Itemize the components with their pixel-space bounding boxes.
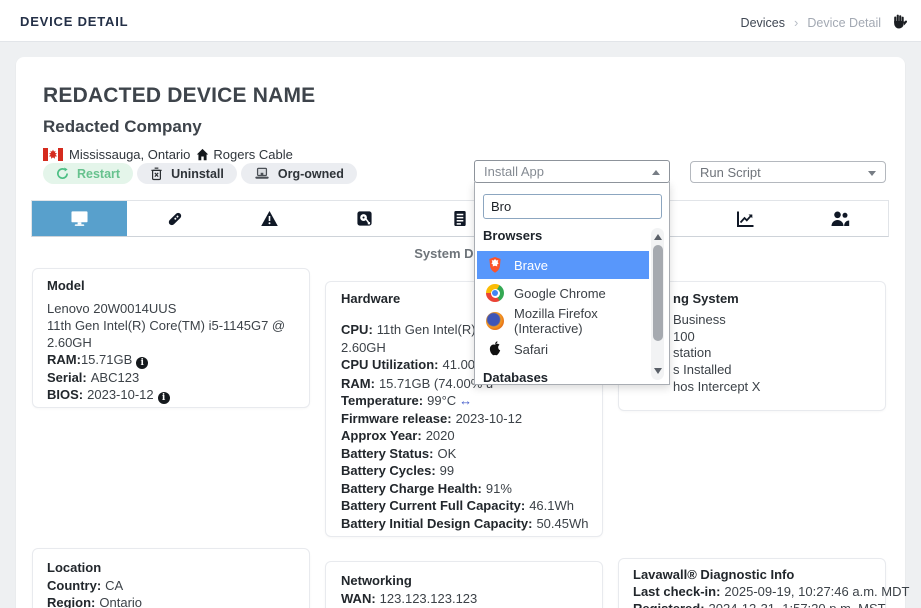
last-checkin-line: Last check-in:2025-09-19, 10:27:46 a.m. … bbox=[633, 583, 871, 600]
info-icon[interactable]: i bbox=[158, 392, 170, 404]
scrollbar-thumb[interactable] bbox=[653, 245, 663, 341]
left-right-arrow-icon: ↔ bbox=[459, 393, 472, 408]
tab-applications[interactable] bbox=[127, 201, 222, 236]
brave-icon bbox=[486, 256, 504, 274]
hand-icon[interactable] bbox=[892, 13, 907, 32]
ram-line: RAM:15.71GBi bbox=[47, 351, 295, 369]
hw-row-temp: Temperature:99°C↔ bbox=[341, 392, 587, 410]
cpu-line: 11th Gen Intel(R) Core(TM) i5-1145G7 @ 2… bbox=[47, 317, 295, 351]
canada-flag-icon bbox=[43, 148, 63, 161]
logs-document-icon bbox=[453, 210, 467, 227]
model-card-title: Model bbox=[47, 278, 295, 293]
info-icon[interactable]: i bbox=[136, 357, 148, 369]
storage-drive-icon bbox=[356, 210, 373, 227]
networking-card-title: Networking bbox=[341, 572, 587, 590]
location-card-title: Location bbox=[47, 559, 295, 577]
company-name: Redacted Company bbox=[43, 117, 202, 137]
country-line: Country:CA bbox=[47, 577, 295, 595]
restart-button[interactable]: Restart bbox=[43, 163, 133, 184]
dropdown-item-brave[interactable]: Brave bbox=[477, 251, 649, 279]
laptop-icon bbox=[254, 167, 270, 180]
region-line: Region:Ontario bbox=[47, 594, 295, 608]
chevron-down-icon bbox=[868, 171, 876, 176]
breadcrumb: Devices › Device Detail bbox=[741, 13, 907, 32]
users-icon bbox=[830, 210, 850, 227]
tab-display[interactable] bbox=[32, 201, 127, 236]
lavawall-card-title: Lavawall® Diagnostic Info bbox=[633, 566, 871, 583]
org-owned-badge[interactable]: Org-owned bbox=[241, 163, 357, 184]
group-databases: Databases bbox=[483, 370, 548, 385]
install-app-placeholder: Install App bbox=[484, 164, 544, 179]
action-buttons: Restart Uninstall Org-owned bbox=[43, 163, 357, 184]
dropdown-scrollbar[interactable] bbox=[651, 228, 664, 380]
bios-line: BIOS:2023-10-12i bbox=[47, 386, 295, 404]
dropdown-item-mozilla-firefox[interactable]: Mozilla Firefox (Interactive) bbox=[477, 307, 649, 335]
hw-row-year: Approx Year:2020 bbox=[341, 427, 587, 445]
device-detail-screen: DEVICE DETAIL Devices › Device Detail RE… bbox=[0, 0, 921, 608]
install-app-dropdown: Browsers Brave Google Chrome Mozilla Fir… bbox=[474, 182, 670, 385]
hw-row-batt-health: Battery Charge Health:91% bbox=[341, 480, 587, 498]
chevron-right-icon: › bbox=[794, 15, 798, 30]
serial-line: Serial:ABC123 bbox=[47, 369, 295, 386]
chevron-up-icon bbox=[652, 170, 660, 175]
wan-line: WAN:123.123.123.123 bbox=[341, 590, 587, 608]
registered-line: Registered:2024-12-31, 1:57:20 p.m. MST bbox=[633, 600, 871, 608]
location-card: Location Country:CA Region:Ontario bbox=[32, 548, 310, 608]
apps-pill-icon bbox=[166, 210, 184, 228]
firefox-icon bbox=[486, 312, 504, 330]
apple-icon bbox=[486, 340, 504, 358]
hw-row-firmware: Firmware release:2023-10-12 bbox=[341, 410, 587, 428]
dropdown-item-safari[interactable]: Safari bbox=[477, 335, 649, 363]
run-script-select[interactable]: Run Script bbox=[690, 161, 886, 183]
tab-bar bbox=[31, 200, 889, 237]
metrics-chart-icon bbox=[736, 210, 755, 228]
location-row: Mississauga, Ontario Rogers Cable bbox=[43, 146, 293, 162]
app-search-input[interactable] bbox=[483, 194, 662, 219]
chrome-icon bbox=[486, 284, 504, 302]
page-title: DEVICE DETAIL bbox=[20, 14, 128, 29]
section-title: System Details bbox=[16, 246, 905, 261]
city-region-text: Mississauga, Ontario bbox=[69, 147, 190, 162]
device-name: REDACTED DEVICE NAME bbox=[43, 84, 315, 108]
display-icon bbox=[70, 210, 89, 227]
run-script-placeholder: Run Script bbox=[700, 165, 761, 180]
top-bar: DEVICE DETAIL Devices › Device Detail bbox=[0, 0, 921, 42]
tab-alerts[interactable] bbox=[222, 201, 317, 236]
network-name-text: Rogers Cable bbox=[213, 147, 293, 162]
hw-row-batt-status: Battery Status:OK bbox=[341, 445, 587, 463]
networking-card: Networking WAN:123.123.123.123 bbox=[325, 561, 603, 608]
install-app-select[interactable]: Install App bbox=[474, 160, 670, 183]
home-icon bbox=[196, 148, 209, 161]
trash-icon bbox=[150, 167, 163, 181]
scroll-down-icon[interactable] bbox=[654, 368, 662, 374]
model-line: Lenovo 20W0014UUS bbox=[47, 300, 295, 317]
hw-row-batt-design: Battery Initial Design Capacity:50.45Wh bbox=[341, 515, 587, 533]
dropdown-item-google-chrome[interactable]: Google Chrome bbox=[477, 279, 649, 307]
model-card: Model Lenovo 20W0014UUS 11th Gen Intel(R… bbox=[32, 268, 310, 408]
scroll-up-icon[interactable] bbox=[654, 234, 662, 240]
breadcrumb-devices-link[interactable]: Devices bbox=[741, 16, 785, 30]
tab-storage[interactable] bbox=[317, 201, 412, 236]
hw-row-batt-cycles: Battery Cycles:99 bbox=[341, 462, 587, 480]
group-browsers: Browsers bbox=[483, 228, 542, 243]
lavawall-diagnostic-card: Lavawall® Diagnostic Info Last check-in:… bbox=[618, 558, 886, 608]
hw-row-batt-full: Battery Current Full Capacity:46.1Wh bbox=[341, 497, 587, 515]
breadcrumb-current: Device Detail bbox=[807, 16, 881, 30]
alerts-warning-icon bbox=[260, 210, 279, 227]
tab-users[interactable] bbox=[793, 201, 888, 236]
refresh-icon bbox=[56, 167, 69, 180]
uninstall-button[interactable]: Uninstall bbox=[137, 163, 237, 184]
tab-metrics[interactable] bbox=[698, 201, 793, 236]
